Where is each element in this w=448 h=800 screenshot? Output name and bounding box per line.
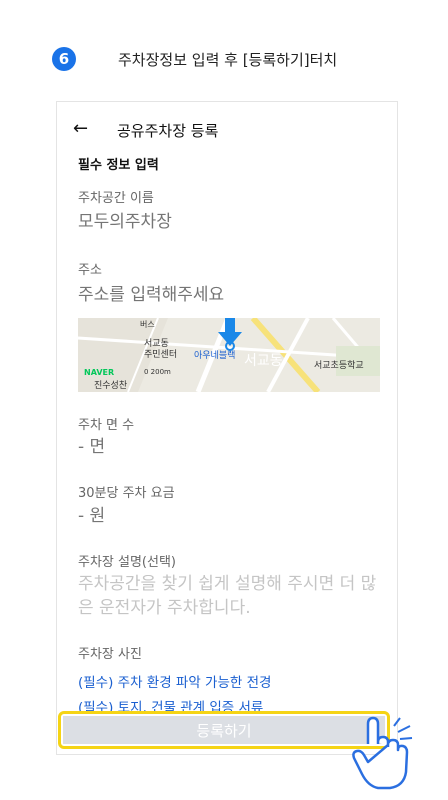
description-input[interactable]: 주차공간을 찾기 쉽게 설명해 주시면 더 많은 운전자가 주차합니다. [78,572,378,620]
back-arrow-icon[interactable]: ← [73,118,88,139]
address-input[interactable] [78,285,378,305]
location-pin-icon [218,318,242,351]
map-label-community-center: 서교동 주민센터 [144,339,178,360]
space-name-input[interactable] [78,212,378,232]
map-label-shop: 진수성찬 [94,381,128,391]
map-label-top: 버스 [140,320,155,329]
instruction-text: 주차장정보 입력 후 [등록하기]터치 [118,51,338,69]
photos-label: 주차장 사진 [78,647,142,662]
location-map[interactable]: 버스 서교동 주민센터 아우네블랙 서교동 서교초등학교 NAVER 0 200… [78,318,380,392]
spots-input[interactable] [78,437,378,457]
fee-label: 30분당 주차 요금 [78,486,175,501]
description-label: 주차장 설명(선택) [78,555,176,570]
submit-button-highlight: 등록하기 [58,711,390,749]
tap-hand-icon [352,716,413,790]
submit-button[interactable]: 등록하기 [63,716,385,744]
space-name-label: 주차공간 이름 [78,191,154,206]
section-title: 필수 정보 입력 [78,158,159,173]
map-label-school: 서교초등학교 [314,361,364,371]
map-label-district: 서교동 [244,353,283,369]
map-label-building: 아우네블랙 [194,351,236,361]
map-scale: 0 200m [144,368,171,376]
fee-input[interactable] [78,506,378,526]
phone-screen: ← 공유주차장 등록 필수 정보 입력 주차공간 이름 주소 버스 서교동 주민… [56,101,398,755]
photo-link-environment[interactable]: (필수) 주차 환경 파악 가능한 전경 [78,671,271,691]
spots-label: 주차 면 수 [78,418,135,433]
app-header: ← 공유주차장 등록 [57,116,397,146]
address-label: 주소 [78,263,102,278]
naver-logo: NAVER [84,368,115,377]
page-title: 공유주차장 등록 [117,122,219,140]
step-number-badge: 6 [52,47,76,71]
